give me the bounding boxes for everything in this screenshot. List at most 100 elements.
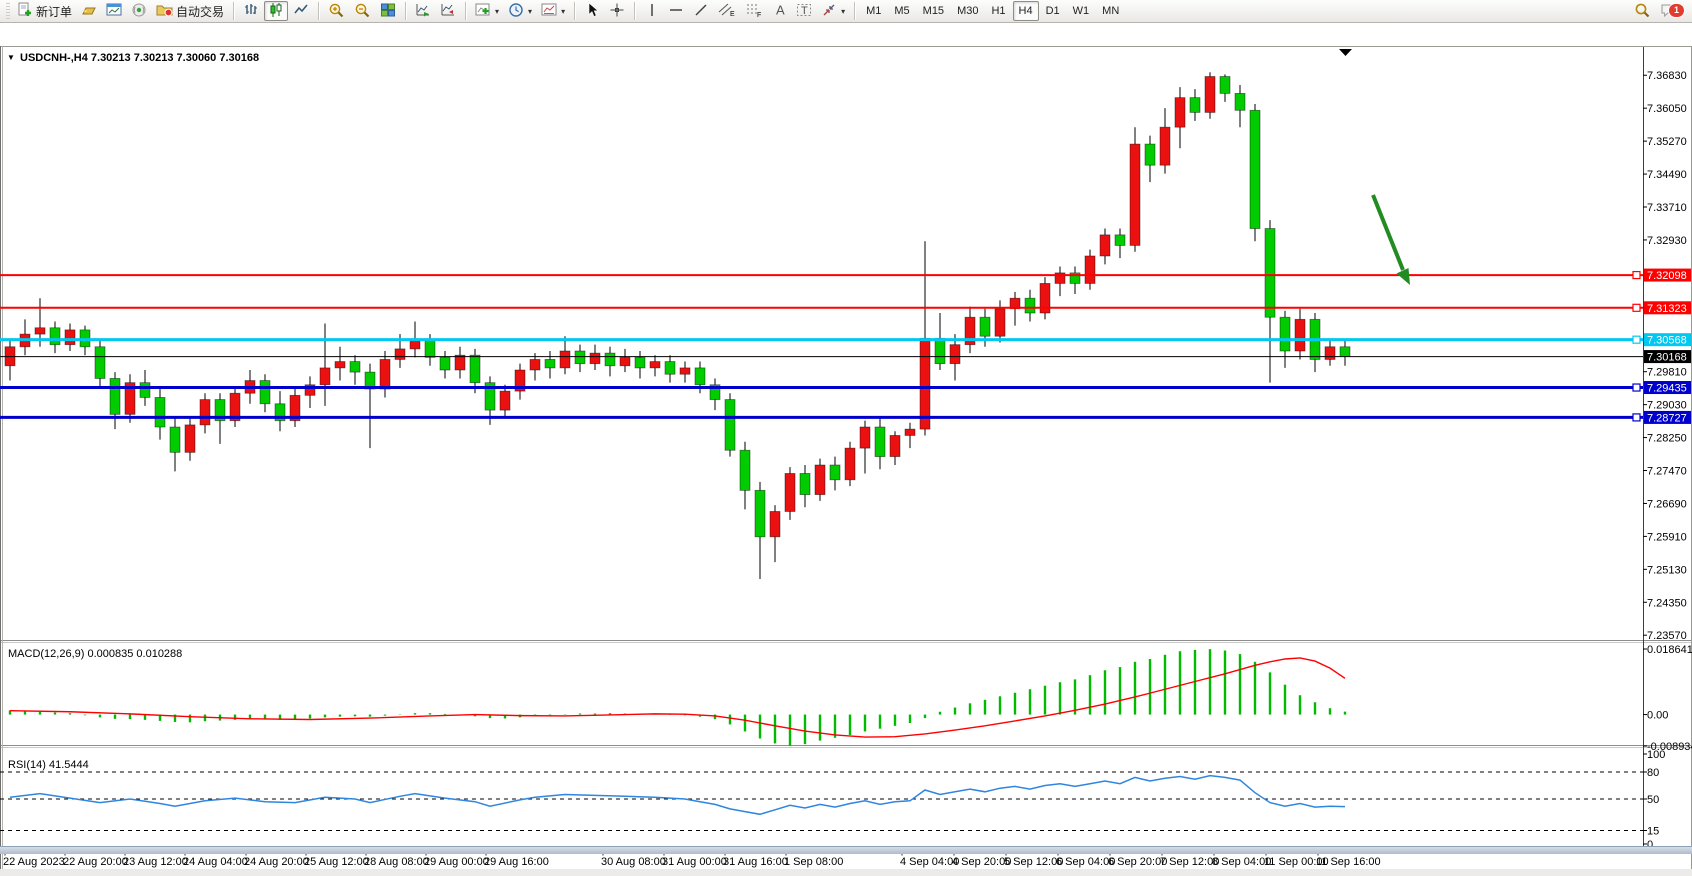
timeframe-m1[interactable]: M1 bbox=[860, 1, 887, 21]
timeframe-m30[interactable]: M30 bbox=[951, 1, 984, 21]
main-toolbar: 新订单 自动交易 ▾ ▾ bbox=[0, 0, 1692, 23]
time-label: 6 Sep 04:00 bbox=[1056, 856, 1115, 868]
arrows-tool-button[interactable]: ▾ bbox=[817, 1, 849, 21]
dropdown-caret-icon: ▾ bbox=[528, 7, 532, 16]
toolbar-separator bbox=[405, 2, 406, 20]
candle-bear bbox=[755, 490, 765, 536]
time-label: 11 Sep 16:00 bbox=[1316, 856, 1381, 868]
line-handle[interactable] bbox=[1633, 272, 1640, 279]
candle-bull bbox=[560, 351, 570, 368]
auto-scroll-button[interactable] bbox=[411, 1, 435, 21]
candle-bull bbox=[185, 425, 195, 452]
price-tag-label: 7.32098 bbox=[1647, 270, 1687, 282]
new-order-icon bbox=[17, 2, 33, 21]
line-handle[interactable] bbox=[1633, 336, 1640, 343]
candle-bull bbox=[530, 359, 540, 370]
crosshair-button[interactable] bbox=[605, 1, 629, 21]
time-label: 29 Aug 00:00 bbox=[424, 856, 489, 868]
price-tick-label: 7.36050 bbox=[1647, 103, 1687, 115]
fibonacci-tool-button[interactable]: F bbox=[741, 1, 767, 21]
candle-bull bbox=[500, 391, 510, 410]
candle-bear bbox=[50, 328, 60, 345]
label-tool-button[interactable]: T bbox=[792, 1, 816, 21]
timeframe-d1[interactable]: D1 bbox=[1040, 1, 1066, 21]
time-label: 4 Sep 20:00 bbox=[952, 856, 1011, 868]
cursor-button[interactable] bbox=[580, 1, 604, 21]
time-label: 22 Aug 2023 bbox=[3, 856, 65, 868]
gold-bar-icon bbox=[81, 2, 97, 21]
text-tool-button[interactable]: A bbox=[768, 1, 791, 21]
svg-text:A: A bbox=[776, 2, 785, 17]
timeframe-w1[interactable]: W1 bbox=[1067, 1, 1096, 21]
channel-tool-button[interactable]: E bbox=[714, 1, 740, 21]
timeframe-h4[interactable]: H4 bbox=[1013, 1, 1039, 21]
price-tag-label: 7.30568 bbox=[1647, 335, 1687, 347]
time-label: 31 Aug 16:00 bbox=[723, 856, 788, 868]
autotrading-button[interactable]: 自动交易 bbox=[152, 1, 228, 21]
new-order-button[interactable]: 新订单 bbox=[13, 1, 76, 21]
chart-canvas[interactable]: 7.368307.360507.352707.344907.337107.329… bbox=[0, 46, 1692, 876]
price-tick-label: 7.33710 bbox=[1647, 202, 1687, 214]
timeframe-m15[interactable]: M15 bbox=[917, 1, 950, 21]
time-label: 30 Aug 08:00 bbox=[601, 856, 666, 868]
svg-text:F: F bbox=[757, 12, 761, 18]
price-tick-label: 7.34490 bbox=[1647, 169, 1687, 181]
candle-bear bbox=[740, 450, 750, 490]
indicators-icon bbox=[475, 2, 491, 21]
line-handle[interactable] bbox=[1633, 384, 1640, 391]
template-icon bbox=[541, 2, 557, 21]
search-button[interactable] bbox=[1630, 1, 1655, 21]
time-label: 25 Aug 12:00 bbox=[304, 856, 369, 868]
timeframe-mn[interactable]: MN bbox=[1096, 1, 1125, 21]
periods-button[interactable]: ▾ bbox=[504, 1, 536, 21]
text-tool-icon: A bbox=[773, 2, 787, 21]
timeframe-h1[interactable]: H1 bbox=[985, 1, 1011, 21]
time-label: 5 Sep 12:00 bbox=[1004, 856, 1063, 868]
chart-window[interactable]: 7.368307.360507.352707.344907.337107.329… bbox=[0, 23, 1692, 846]
market-depth-button[interactable] bbox=[77, 1, 101, 21]
price-tick-label: 7.29810 bbox=[1647, 367, 1687, 379]
line-handle[interactable] bbox=[1633, 414, 1640, 421]
candle-bull bbox=[410, 340, 420, 348]
horizontal-line-tool-button[interactable] bbox=[664, 1, 688, 21]
line-handle[interactable] bbox=[1633, 304, 1640, 311]
candle-bear bbox=[1250, 110, 1260, 228]
toolbar-separator bbox=[233, 2, 234, 20]
candle-bear bbox=[440, 357, 450, 370]
time-label: 7 Sep 12:00 bbox=[1160, 856, 1219, 868]
vertical-line-tool-button[interactable] bbox=[640, 1, 663, 21]
autotrading-icon bbox=[156, 2, 173, 21]
candle-bull bbox=[845, 448, 855, 480]
candlestick-chart-button[interactable] bbox=[264, 1, 288, 21]
bar-chart-button[interactable] bbox=[239, 1, 263, 21]
candle-bull bbox=[620, 357, 630, 365]
candle-bull bbox=[1205, 77, 1215, 113]
candle-bear bbox=[1025, 298, 1035, 313]
line-chart-button[interactable] bbox=[289, 1, 313, 21]
tile-windows-button[interactable] bbox=[376, 1, 400, 21]
candle-bull bbox=[950, 345, 960, 364]
price-tick-label: 7.32930 bbox=[1647, 235, 1687, 247]
new-order-label: 新订单 bbox=[36, 3, 72, 20]
zoom-out-button[interactable] bbox=[350, 1, 375, 21]
candle-bear bbox=[260, 381, 270, 404]
chart-shift-button[interactable] bbox=[436, 1, 460, 21]
chart-window-button[interactable] bbox=[102, 1, 126, 21]
signals-button[interactable] bbox=[127, 1, 151, 21]
price-tick-label: 7.25910 bbox=[1647, 531, 1687, 543]
indicators-button[interactable]: ▾ bbox=[471, 1, 503, 21]
clock-icon bbox=[508, 2, 524, 21]
trendline-tool-button[interactable] bbox=[689, 1, 713, 21]
fibonacci-icon: F bbox=[745, 2, 763, 21]
candle-bull bbox=[1085, 256, 1095, 283]
chart-collapse-icon[interactable]: ▼ bbox=[7, 53, 15, 62]
macd-axis-label: 0.00 bbox=[1647, 710, 1668, 722]
candle-bear bbox=[935, 338, 945, 363]
templates-button[interactable]: ▾ bbox=[537, 1, 569, 21]
notifications-button[interactable]: 1 bbox=[1656, 1, 1682, 21]
candle-bull bbox=[905, 429, 915, 435]
timeframe-m5[interactable]: M5 bbox=[888, 1, 915, 21]
time-label: 24 Aug 20:00 bbox=[244, 856, 309, 868]
zoom-in-button[interactable] bbox=[324, 1, 349, 21]
candle-bear bbox=[575, 351, 585, 364]
